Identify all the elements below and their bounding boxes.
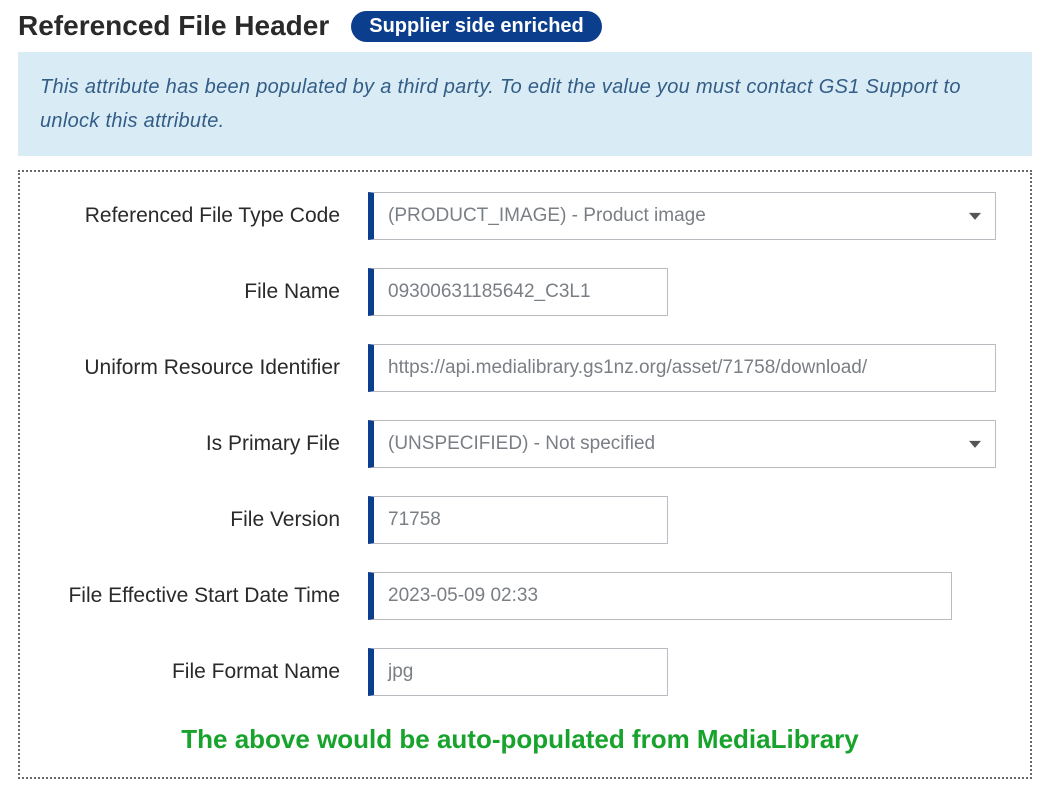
chevron-down-icon	[969, 213, 981, 220]
start-date-time-value: 2023-05-09 02:33	[388, 585, 538, 607]
file-version-value: 71758	[388, 509, 441, 531]
file-name-input[interactable]: 09300631185642_C3L1	[368, 268, 668, 316]
is-primary-select[interactable]: (UNSPECIFIED) - Not specified	[368, 420, 996, 468]
auto-populated-note: The above would be auto-populated from M…	[38, 724, 1002, 755]
file-type-code-select[interactable]: (PRODUCT_IMAGE) - Product image	[368, 192, 996, 240]
format-name-value: jpg	[388, 661, 413, 683]
uri-input[interactable]: https://api.medialibrary.gs1nz.org/asset…	[368, 344, 996, 392]
enriched-badge: Supplier side enriched	[351, 11, 602, 42]
format-name-input[interactable]: jpg	[368, 648, 668, 696]
section-title: Referenced File Header	[18, 10, 329, 42]
label-is-primary: Is Primary File	[38, 432, 368, 456]
file-name-value: 09300631185642_C3L1	[388, 281, 591, 303]
uri-value: https://api.medialibrary.gs1nz.org/asset…	[388, 357, 867, 379]
label-start-date-time: File Effective Start Date Time	[38, 584, 368, 608]
chevron-down-icon	[969, 441, 981, 448]
file-version-input[interactable]: 71758	[368, 496, 668, 544]
label-format-name: File Format Name	[38, 660, 368, 684]
file-header-form: Referenced File Type Code (PRODUCT_IMAGE…	[18, 170, 1032, 779]
file-type-code-value: (PRODUCT_IMAGE) - Product image	[388, 205, 706, 227]
is-primary-value: (UNSPECIFIED) - Not specified	[388, 433, 655, 455]
label-file-name: File Name	[38, 280, 368, 304]
start-date-time-input[interactable]: 2023-05-09 02:33	[368, 572, 952, 620]
locked-attribute-notice: This attribute has been populated by a t…	[18, 52, 1032, 156]
label-uri: Uniform Resource Identifier	[38, 356, 368, 380]
label-file-version: File Version	[38, 508, 368, 532]
label-file-type-code: Referenced File Type Code	[38, 204, 368, 228]
